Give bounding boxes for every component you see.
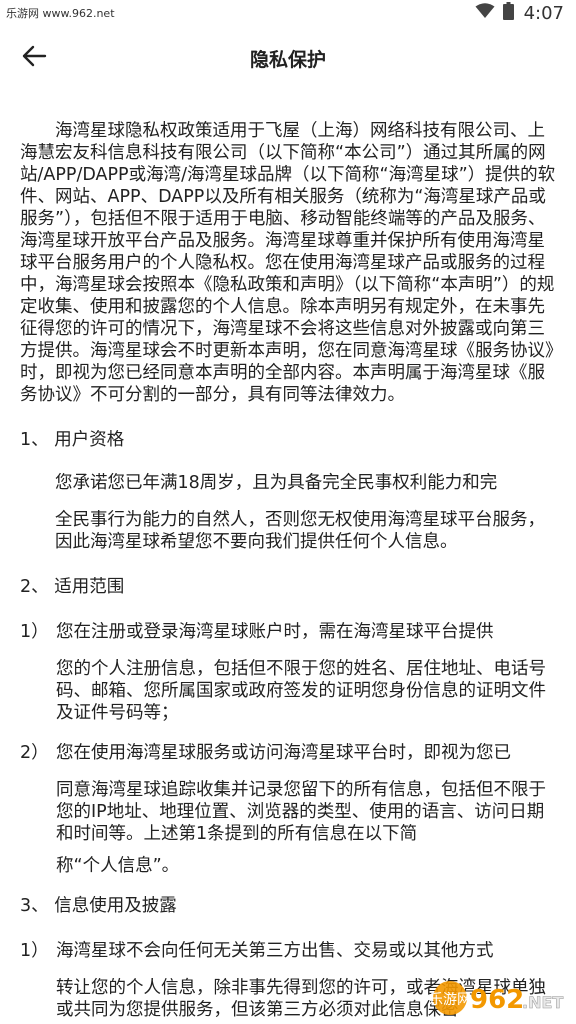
battery-icon <box>502 2 514 24</box>
status-time: 4:07 <box>523 2 564 24</box>
watermark-suffix: .NET <box>522 993 563 1012</box>
watermark-brand: 962 <box>470 985 524 1015</box>
wifi-icon <box>475 3 495 23</box>
page-title: 隐私保护 <box>249 49 326 71</box>
list-item-last-line: 称“个人信息”。 <box>56 856 180 876</box>
status-bar: 乐游网 www.962.net 4:07 <box>0 0 576 26</box>
status-icons: 4:07 <box>475 2 564 24</box>
intro-paragraph: 海湾星球隐私权政策适用于飞屋（上海）网络科技有限公司、上海慧宏友科信息科技有限公… <box>20 121 556 405</box>
eligibility-line-2: 全民事行为能力的自然人，否则您无权使用海湾星球平台服务，因此海湾星球希望您不要向… <box>55 510 545 552</box>
list-item-line-1: 您在使用海湾星球服务或访问海湾星球平台时，即视为您已 <box>56 743 511 763</box>
section-title-eligibility: 1、 用户资格 <box>20 430 125 450</box>
list-item-number: 1） <box>20 622 49 642</box>
app-bar: 隐私保护 <box>0 26 576 90</box>
section-title-usage: 3、 信息使用及披露 <box>20 896 177 916</box>
eligibility-paragraph: 您承诺您已年满18周岁，且为具备完全民事权利能力和完 全民事行为能力的自然人，否… <box>20 472 556 553</box>
list-item: 2） 您在使用海湾星球服务或访问海湾星球平台时，即视为您已 同意海湾星球追踪收集… <box>20 742 556 877</box>
list-item-text: 同意海湾星球追踪收集并记录您留下的所有信息，包括但不限于您的IP地址、地理位置、… <box>56 780 546 844</box>
list-item-number: 1） <box>20 941 49 961</box>
eligibility-line-1: 您承诺您已年满18周岁，且为具备完全民事权利能力和完 <box>55 473 498 493</box>
list-item-text: 您的个人注册信息，包括但不限于您的姓名、居住地址、电话号码、邮箱、您所属国家或政… <box>56 659 546 723</box>
watermark-site: 乐游网 <box>430 992 471 1008</box>
list-item-line-1: 您在注册或登录海湾星球账户时，需在海湾星球平台提供 <box>56 622 494 642</box>
list-item: 1） 您在注册或登录海湾星球账户时，需在海湾星球平台提供 您的个人注册信息，包括… <box>20 621 556 724</box>
site-watermark: 乐游网 962 .NET <box>429 976 570 1020</box>
privacy-content: 海湾星球隐私权政策适用于飞屋（上海）网络科技有限公司、上海慧宏友科信息科技有限公… <box>20 120 556 1021</box>
list-item-number: 2） <box>20 743 49 763</box>
section-title-scope: 2、 适用范围 <box>20 577 125 597</box>
list-item-line-1: 海湾星球不会向任何无关第三方出售、交易或以其他方式 <box>56 941 494 961</box>
status-site-text: 乐游网 www.962.net <box>6 7 115 20</box>
